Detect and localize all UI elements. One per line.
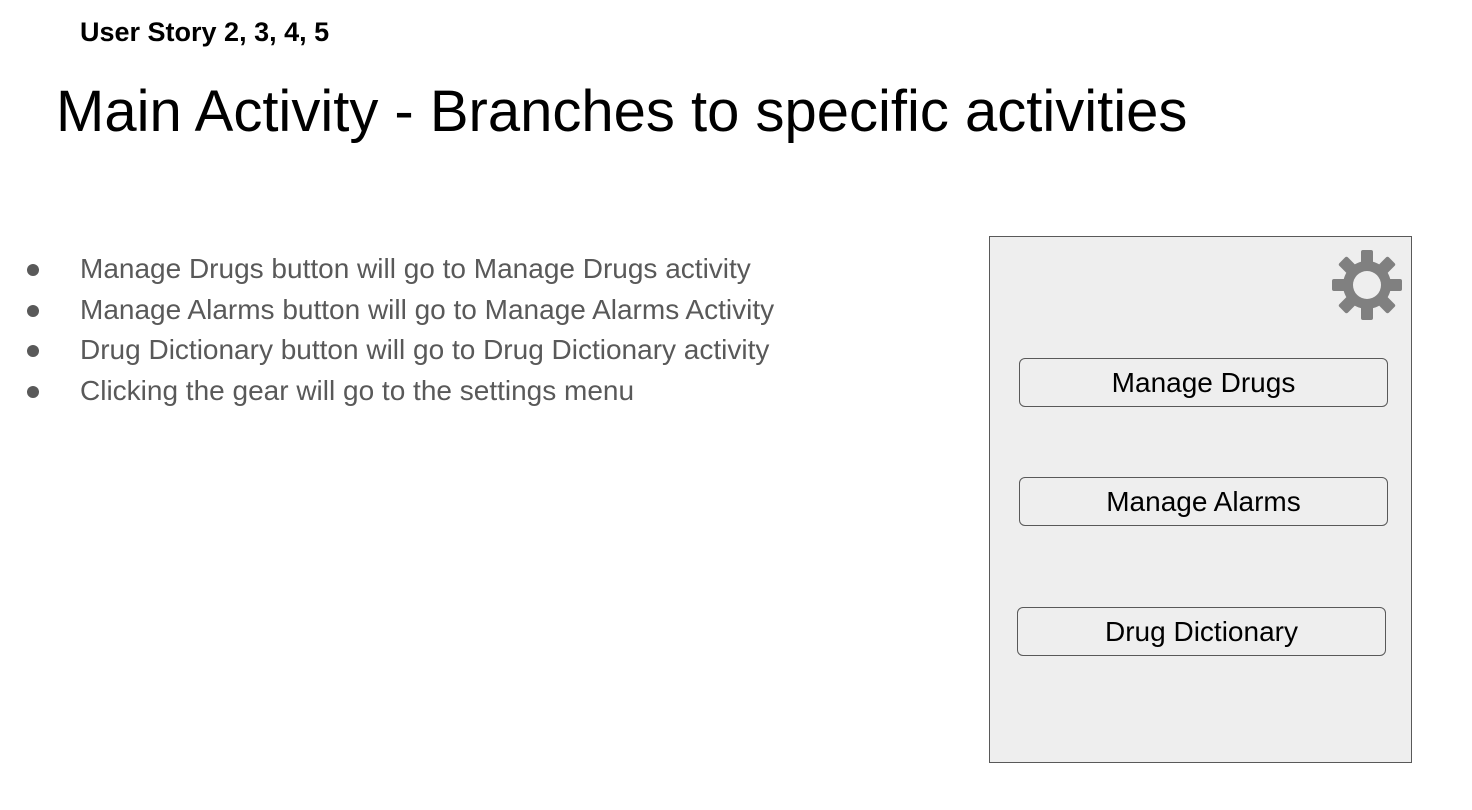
list-item-text: Drug Dictionary button will go to Drug D… — [80, 334, 770, 366]
list-item-text: Manage Drugs button will go to Manage Dr… — [80, 253, 751, 284]
manage-drugs-button[interactable]: Manage Drugs — [1019, 358, 1388, 407]
slide-title: Main Activity - Branches to specific act… — [56, 79, 1188, 144]
bullet-dot — [27, 264, 39, 276]
list-item: Drug Dictionary button will go to Drug D… — [0, 331, 774, 372]
list-item-text: Clicking the gear will go to the setting… — [80, 375, 635, 407]
list-item: Manage Drugs button will go to Manage Dr… — [0, 250, 774, 291]
bullet-dot — [27, 345, 39, 358]
slide-subtitle: User Story 2, 3, 4, 5 — [80, 17, 330, 47]
bullet-dot — [27, 386, 39, 399]
drug-dictionary-button[interactable]: Drug Dictionary — [1017, 607, 1386, 656]
bullet-dot — [27, 304, 39, 317]
list-item: Clicking the gear will go to the setting… — [0, 372, 774, 413]
list-item-text: Manage Alarms button will go to Manage A… — [80, 293, 775, 325]
manage-alarms-button[interactable]: Manage Alarms — [1019, 477, 1388, 526]
gear-icon[interactable] — [1331, 249, 1403, 321]
app-mockup-screen: Manage Drugs Manage Alarms Drug Dictiona… — [989, 236, 1412, 763]
list-item: Manage Alarms button will go to Manage A… — [0, 291, 774, 332]
description-list: Manage Drugs button will go to Manage Dr… — [0, 250, 774, 413]
